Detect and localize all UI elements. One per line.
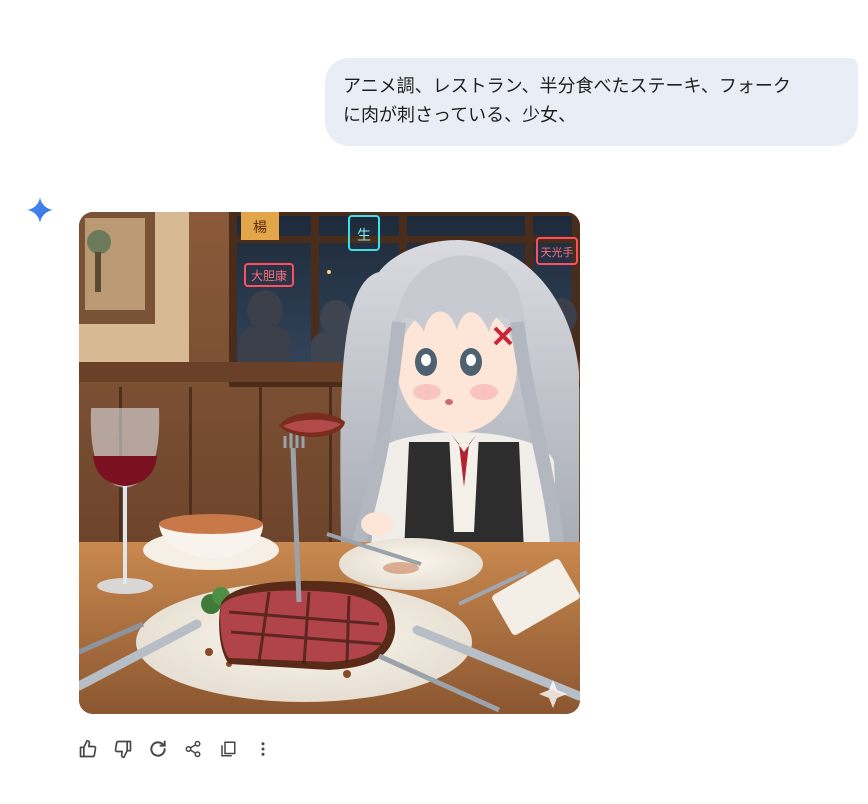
neon-sign-left: 大胆康 xyxy=(251,268,287,283)
gemini-spark-icon xyxy=(26,196,54,224)
more-vert-icon[interactable] xyxy=(245,732,280,766)
user-message-line-2: に肉が刺さっている、少女、 xyxy=(343,105,577,126)
thumbs-up-icon[interactable] xyxy=(70,732,105,766)
chat-page: アニメ調、レストラン、半分食べたステーキ、フォーク に肉が刺さっている、少女、 xyxy=(0,0,868,804)
user-message-bubble: アニメ調、レストラン、半分食べたステーキ、フォーク に肉が刺さっている、少女、 xyxy=(325,58,858,146)
share-icon[interactable] xyxy=(175,732,210,766)
generated-image[interactable]: 大胆康 天光手 生 楊 xyxy=(79,212,580,714)
neon-sign-center: 生 xyxy=(357,228,371,244)
user-message-line-1: アニメ調、レストラン、半分食べたステーキ、フォーク xyxy=(343,76,791,97)
response-actions-bar xyxy=(70,732,280,766)
neon-sign-right: 天光手 xyxy=(541,245,574,259)
regenerate-icon[interactable] xyxy=(140,732,175,766)
copy-icon[interactable] xyxy=(210,732,245,766)
lantern-sign: 楊 xyxy=(253,219,267,236)
thumbs-down-icon[interactable] xyxy=(105,732,140,766)
